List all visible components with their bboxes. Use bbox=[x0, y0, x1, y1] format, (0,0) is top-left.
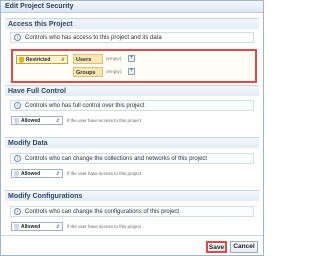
add-user-button[interactable]: + bbox=[128, 55, 135, 62]
dialog-footer: Save Cancel bbox=[1, 235, 263, 256]
chevron-updown-icon: ⇵ bbox=[60, 57, 65, 63]
info-icon: i bbox=[14, 208, 21, 215]
info-text: Controls who can change the configuratio… bbox=[25, 209, 180, 215]
section-header-access: Access this Project bbox=[5, 18, 259, 29]
selector-label: Allowed bbox=[21, 224, 41, 230]
dialog-title: Edit Project Security bbox=[1, 1, 263, 13]
chevron-updown-icon: ⇵ bbox=[55, 171, 60, 177]
cancel-button[interactable]: Cancel bbox=[230, 241, 258, 253]
access-restricted-panel: Restricted ⇵ Users (empty) + Groups (emp… bbox=[11, 49, 257, 83]
info-icon: i bbox=[14, 34, 21, 41]
access-selector[interactable]: Restricted ⇵ bbox=[16, 55, 68, 64]
chevron-updown-icon: ⇵ bbox=[55, 118, 60, 124]
edit-project-security-dialog: Edit Project Security Access this Projec… bbox=[0, 0, 264, 256]
shield-icon bbox=[19, 57, 24, 63]
save-button[interactable]: Save bbox=[206, 241, 227, 253]
modify-data-selector[interactable]: Allowed ⇵ bbox=[11, 169, 63, 178]
full-control-hint: if the user have access to this project bbox=[67, 118, 142, 123]
modify-data-hint: if the user have access to this project bbox=[67, 171, 142, 176]
info-modify-data: i Controls who can change the collection… bbox=[10, 153, 254, 164]
info-text: Controls who has access to this project … bbox=[25, 35, 162, 41]
shield-icon bbox=[14, 224, 19, 230]
acl-value-users: (empty) bbox=[106, 56, 122, 61]
acl-label-groups: Groups bbox=[73, 67, 103, 77]
section-header-modify-config: Modify Configurations bbox=[5, 190, 259, 201]
info-access: i Controls who has access to this projec… bbox=[10, 32, 254, 43]
info-text: Controls who can change the collections … bbox=[25, 156, 208, 162]
acl-label-users: Users bbox=[73, 54, 103, 64]
acl-value-groups: (empty) bbox=[106, 69, 122, 74]
add-group-button[interactable]: + bbox=[128, 68, 135, 75]
modify-config-hint: if the user have access to this project bbox=[67, 224, 142, 229]
info-icon: i bbox=[14, 102, 21, 109]
shield-icon bbox=[14, 171, 19, 177]
info-icon: i bbox=[14, 155, 21, 162]
selector-label: Allowed bbox=[21, 171, 41, 177]
modify-config-selector[interactable]: Allowed ⇵ bbox=[11, 222, 63, 231]
section-header-full-control: Have Full Control bbox=[5, 85, 259, 96]
info-modify-config: i Controls who can change the configurat… bbox=[10, 206, 254, 217]
section-header-modify-data: Modify Data bbox=[5, 137, 259, 148]
selector-label: Restricted bbox=[26, 57, 51, 63]
full-control-selector[interactable]: Allowed ⇵ bbox=[11, 116, 63, 125]
selector-label: Allowed bbox=[21, 118, 41, 124]
chevron-updown-icon: ⇵ bbox=[55, 224, 60, 230]
info-text: Controls who has full control over this … bbox=[25, 103, 145, 109]
info-full-control: i Controls who has full control over thi… bbox=[10, 100, 254, 111]
shield-icon bbox=[14, 118, 19, 124]
